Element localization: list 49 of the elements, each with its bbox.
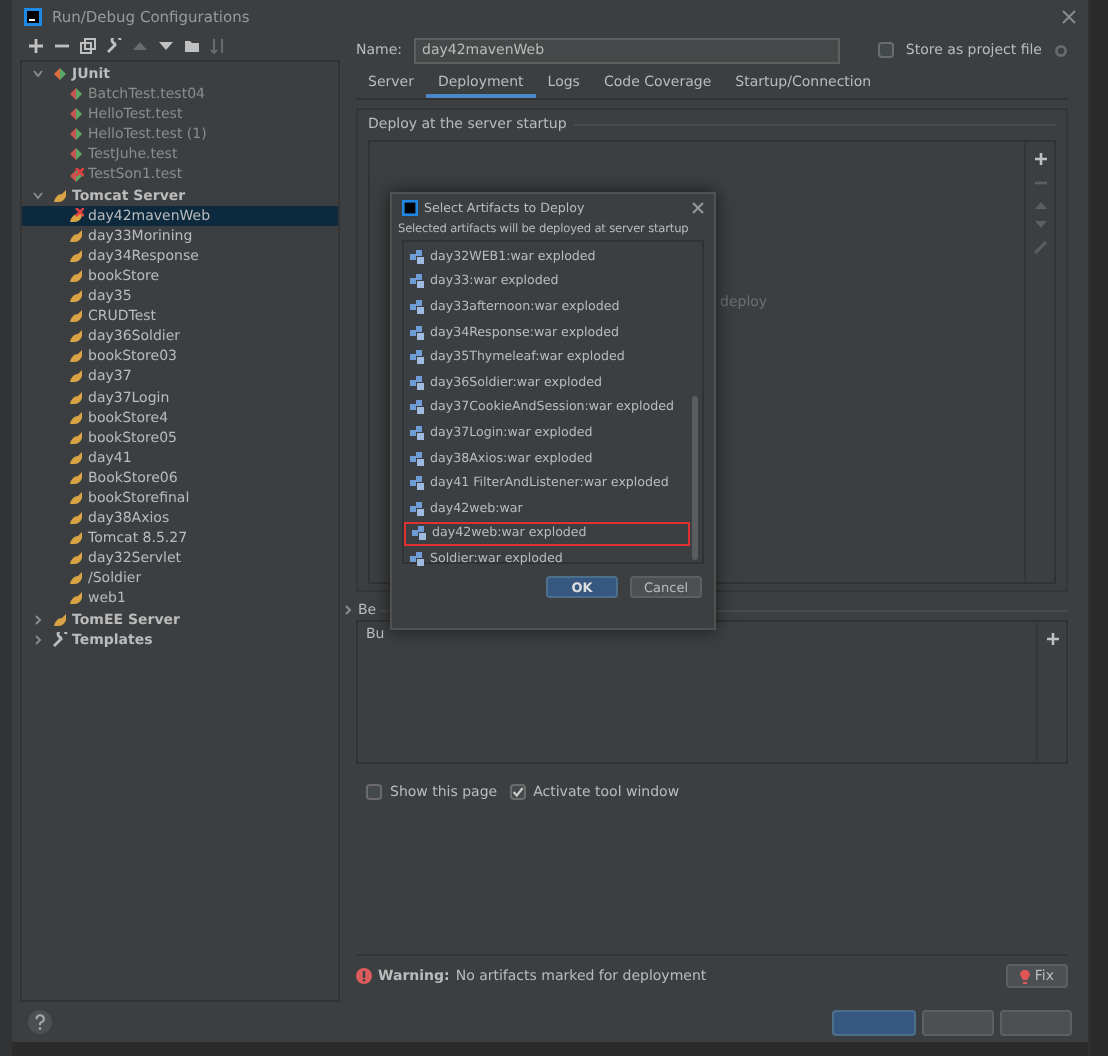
checkbox[interactable] [509,784,526,800]
cat-icon [52,187,68,204]
add-icon[interactable] [28,38,44,54]
chevron-down-icon[interactable] [30,68,46,81]
error-icon [356,968,372,984]
artifact-icon [410,350,424,365]
test-icon [68,126,84,143]
pencil-icon[interactable] [1033,240,1047,254]
dialog-button[interactable] [922,1009,994,1035]
artifact-icon [410,501,424,516]
dialog-button[interactable] [832,1009,916,1035]
artifact-icon [410,476,424,491]
app-logo-icon [402,200,418,216]
test-icon [52,66,68,83]
artifact-icon [412,526,426,541]
artifact-icon [410,299,424,314]
test-icon [68,106,84,123]
test-icon [68,86,84,103]
checkbox[interactable] [877,42,894,58]
cat-error-icon [68,207,84,224]
artifact-icon [410,325,424,340]
folder-icon[interactable] [184,38,200,54]
artifact-icon [410,249,424,264]
chevron-down-icon[interactable] [30,189,46,202]
artifact-icon [410,274,424,289]
app-logo-icon [24,7,42,25]
artifact-icon [410,375,424,390]
artifact-icon [410,551,424,566]
wrench-icon [52,631,68,648]
bulb-icon [1020,969,1031,983]
sort-icon[interactable] [210,38,226,54]
up-arrow-icon[interactable] [1033,200,1047,210]
chevron-right-icon[interactable] [342,604,354,616]
test-error-icon [68,167,84,184]
close-icon[interactable] [1062,9,1076,23]
help-icon[interactable] [28,1010,52,1034]
add-icon[interactable] [1033,152,1047,166]
checkbox[interactable] [366,784,382,800]
test-icon [68,146,84,163]
artifact-icon [410,400,424,415]
wrench-icon[interactable] [106,38,122,54]
dialog-button[interactable] [1000,1009,1072,1035]
artifact-icon [410,425,424,440]
down-arrow-icon[interactable] [158,38,174,54]
up-arrow-icon[interactable] [132,38,148,54]
copy-icon[interactable] [80,38,96,54]
artifact-icon [410,451,424,466]
add-icon[interactable] [1045,632,1059,646]
close-icon[interactable] [692,202,704,214]
